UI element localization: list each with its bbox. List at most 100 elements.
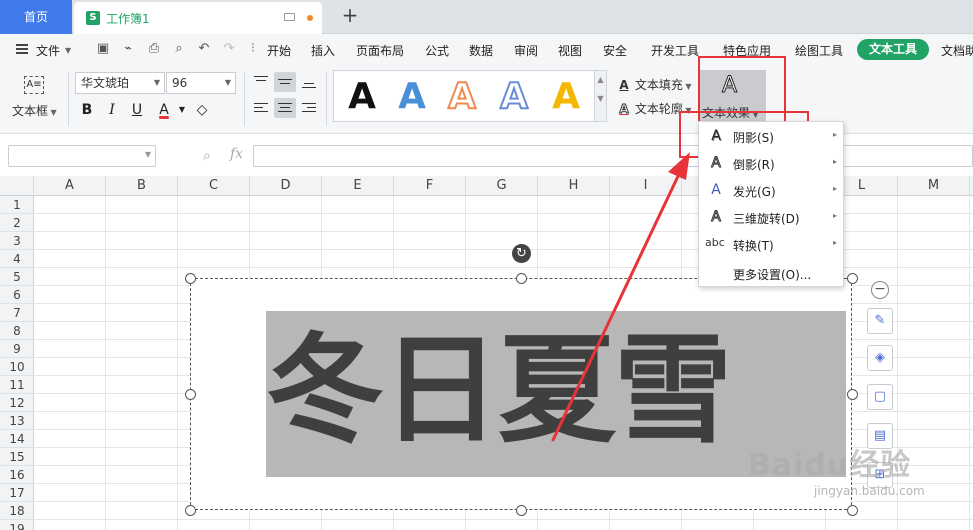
column-header[interactable]: D xyxy=(250,176,322,196)
column-header[interactable]: E xyxy=(322,176,394,196)
menu-item-3d-rotation[interactable]: A 三维旋转(D) ▸ xyxy=(699,204,843,231)
text-fill-button[interactable]: A 文本填充 ▼ xyxy=(617,76,691,93)
save-icon[interactable]: ▣ xyxy=(95,41,111,57)
column-header[interactable]: G xyxy=(466,176,538,196)
column-header[interactable]: I xyxy=(610,176,682,196)
text-style-blue[interactable]: A xyxy=(392,77,432,117)
font-color-button[interactable]: A xyxy=(154,100,174,120)
align-right-icon[interactable] xyxy=(298,98,320,118)
tab-insert[interactable]: 插入 xyxy=(311,42,335,59)
tab-formula[interactable]: 公式 xyxy=(425,42,449,59)
divider xyxy=(326,72,327,126)
tab-start[interactable]: 开始 xyxy=(267,42,291,59)
text-style-blue-outline[interactable]: A xyxy=(494,76,534,118)
underline-button[interactable]: U xyxy=(127,100,147,120)
more-icon[interactable]: ⁝ xyxy=(245,41,261,57)
row-header[interactable]: 11 xyxy=(0,376,34,394)
print-preview-icon[interactable]: ⌕ xyxy=(171,41,187,57)
menu-item-transform[interactable]: abc 转换(T) ▸ xyxy=(699,231,843,258)
italic-button[interactable]: I xyxy=(102,100,122,120)
chevron-down-icon[interactable]: ▼ xyxy=(172,100,192,120)
tab-page-layout[interactable]: 页面布局 xyxy=(356,42,404,59)
font-size-select[interactable]: 96 ▼ xyxy=(166,72,236,94)
resize-handle[interactable] xyxy=(185,505,196,516)
name-box[interactable]: ▼ xyxy=(8,145,156,167)
align-left-icon[interactable] xyxy=(250,98,272,118)
row-header[interactable]: 13 xyxy=(0,412,34,430)
row-header[interactable]: 10 xyxy=(0,358,34,376)
row-header[interactable]: 4 xyxy=(0,250,34,268)
tab-review[interactable]: 审阅 xyxy=(514,42,538,59)
tab-data[interactable]: 数据 xyxy=(469,42,493,59)
tab-view[interactable]: 视图 xyxy=(558,42,582,59)
tab-drawing-tools[interactable]: 绘图工具 xyxy=(795,42,843,59)
pen-icon[interactable]: ✎ xyxy=(867,308,893,334)
tab-security[interactable]: 安全 xyxy=(603,42,627,59)
resize-handle[interactable] xyxy=(185,389,196,400)
undo-icon[interactable]: ↶ xyxy=(196,41,212,57)
resize-handle[interactable] xyxy=(516,273,527,284)
eraser-icon[interactable]: ◇ xyxy=(192,100,212,120)
collapse-icon[interactable]: − xyxy=(871,281,889,299)
column-header[interactable]: F xyxy=(394,176,466,196)
resize-handle[interactable] xyxy=(185,273,196,284)
monitor-icon[interactable] xyxy=(284,13,295,21)
row-header[interactable]: 7 xyxy=(0,304,34,322)
row-header[interactable]: 19 xyxy=(0,520,34,530)
column-header[interactable]: H xyxy=(538,176,610,196)
row-header[interactable]: 3 xyxy=(0,232,34,250)
menu-item-reflection[interactable]: A 倒影(R) ▸ xyxy=(699,150,843,177)
rotate-handle-icon[interactable]: ↻ xyxy=(512,244,531,263)
resize-handle[interactable] xyxy=(516,505,527,516)
resize-handle[interactable] xyxy=(847,389,858,400)
select-all-corner[interactable] xyxy=(0,176,34,196)
text-style-orange-outline[interactable]: A xyxy=(442,76,482,118)
menu-item-glow[interactable]: A 发光(G) ▸ xyxy=(699,177,843,204)
gallery-scroll-button[interactable]: ▲ ▼ xyxy=(595,70,607,122)
format-painter-icon[interactable]: ⌁ xyxy=(120,41,136,57)
text-style-black[interactable]: A xyxy=(342,77,382,117)
bold-button[interactable]: B xyxy=(77,100,97,120)
column-header[interactable]: C xyxy=(178,176,250,196)
row-header[interactable]: 5 xyxy=(0,268,34,286)
fill-bucket-icon[interactable]: ◈ xyxy=(867,345,893,371)
menu-item-more-settings[interactable]: 更多设置(O)... xyxy=(699,260,843,287)
redo-icon[interactable]: ↷ xyxy=(221,41,237,57)
row-header[interactable]: 16 xyxy=(0,466,34,484)
row-header[interactable]: 2 xyxy=(0,214,34,232)
row-header[interactable]: 6 xyxy=(0,286,34,304)
resize-handle[interactable] xyxy=(847,273,858,284)
align-bottom-icon[interactable] xyxy=(298,72,320,92)
align-top-icon[interactable] xyxy=(250,72,272,92)
fx-icon[interactable]: fx xyxy=(230,146,243,162)
tab-home[interactable]: 首页 xyxy=(0,0,72,34)
tab-workbook[interactable]: S 工作簿1 xyxy=(74,2,322,34)
column-header[interactable]: A xyxy=(34,176,106,196)
formula-input[interactable] xyxy=(253,145,973,167)
print-icon[interactable]: ⎙ xyxy=(146,41,162,57)
menu-file[interactable]: 文件 xyxy=(36,42,60,59)
hamburger-icon[interactable] xyxy=(16,44,28,54)
menu-item-shadow[interactable]: A 阴影(S) ▸ xyxy=(699,123,843,150)
row-header[interactable]: 8 xyxy=(0,322,34,340)
row-header[interactable]: 18 xyxy=(0,502,34,520)
row-header[interactable]: 9 xyxy=(0,340,34,358)
tab-doc-assistant[interactable]: 文档助 xyxy=(941,42,973,59)
row-header[interactable]: 14 xyxy=(0,430,34,448)
row-header[interactable]: 17 xyxy=(0,484,34,502)
outline-icon[interactable]: ▢ xyxy=(867,384,893,410)
align-middle-icon[interactable] xyxy=(274,72,296,92)
zoom-search-icon[interactable]: ⌕ xyxy=(203,148,211,164)
textbox-button[interactable]: A≡ 文本框 ▼ xyxy=(10,72,60,122)
column-header[interactable]: M xyxy=(898,176,970,196)
text-style-yellow[interactable]: A xyxy=(546,77,586,117)
tab-text-tools[interactable]: 文本工具 xyxy=(857,39,929,60)
tab-developer[interactable]: 开发工具 xyxy=(651,42,699,59)
row-header[interactable]: 12 xyxy=(0,394,34,412)
new-tab-button[interactable]: + xyxy=(338,4,362,28)
font-name-select[interactable]: 华文琥珀 ▼ xyxy=(75,72,165,94)
row-header[interactable]: 1 xyxy=(0,196,34,214)
column-header[interactable]: B xyxy=(106,176,178,196)
align-center-icon[interactable] xyxy=(274,98,296,118)
row-header[interactable]: 15 xyxy=(0,448,34,466)
